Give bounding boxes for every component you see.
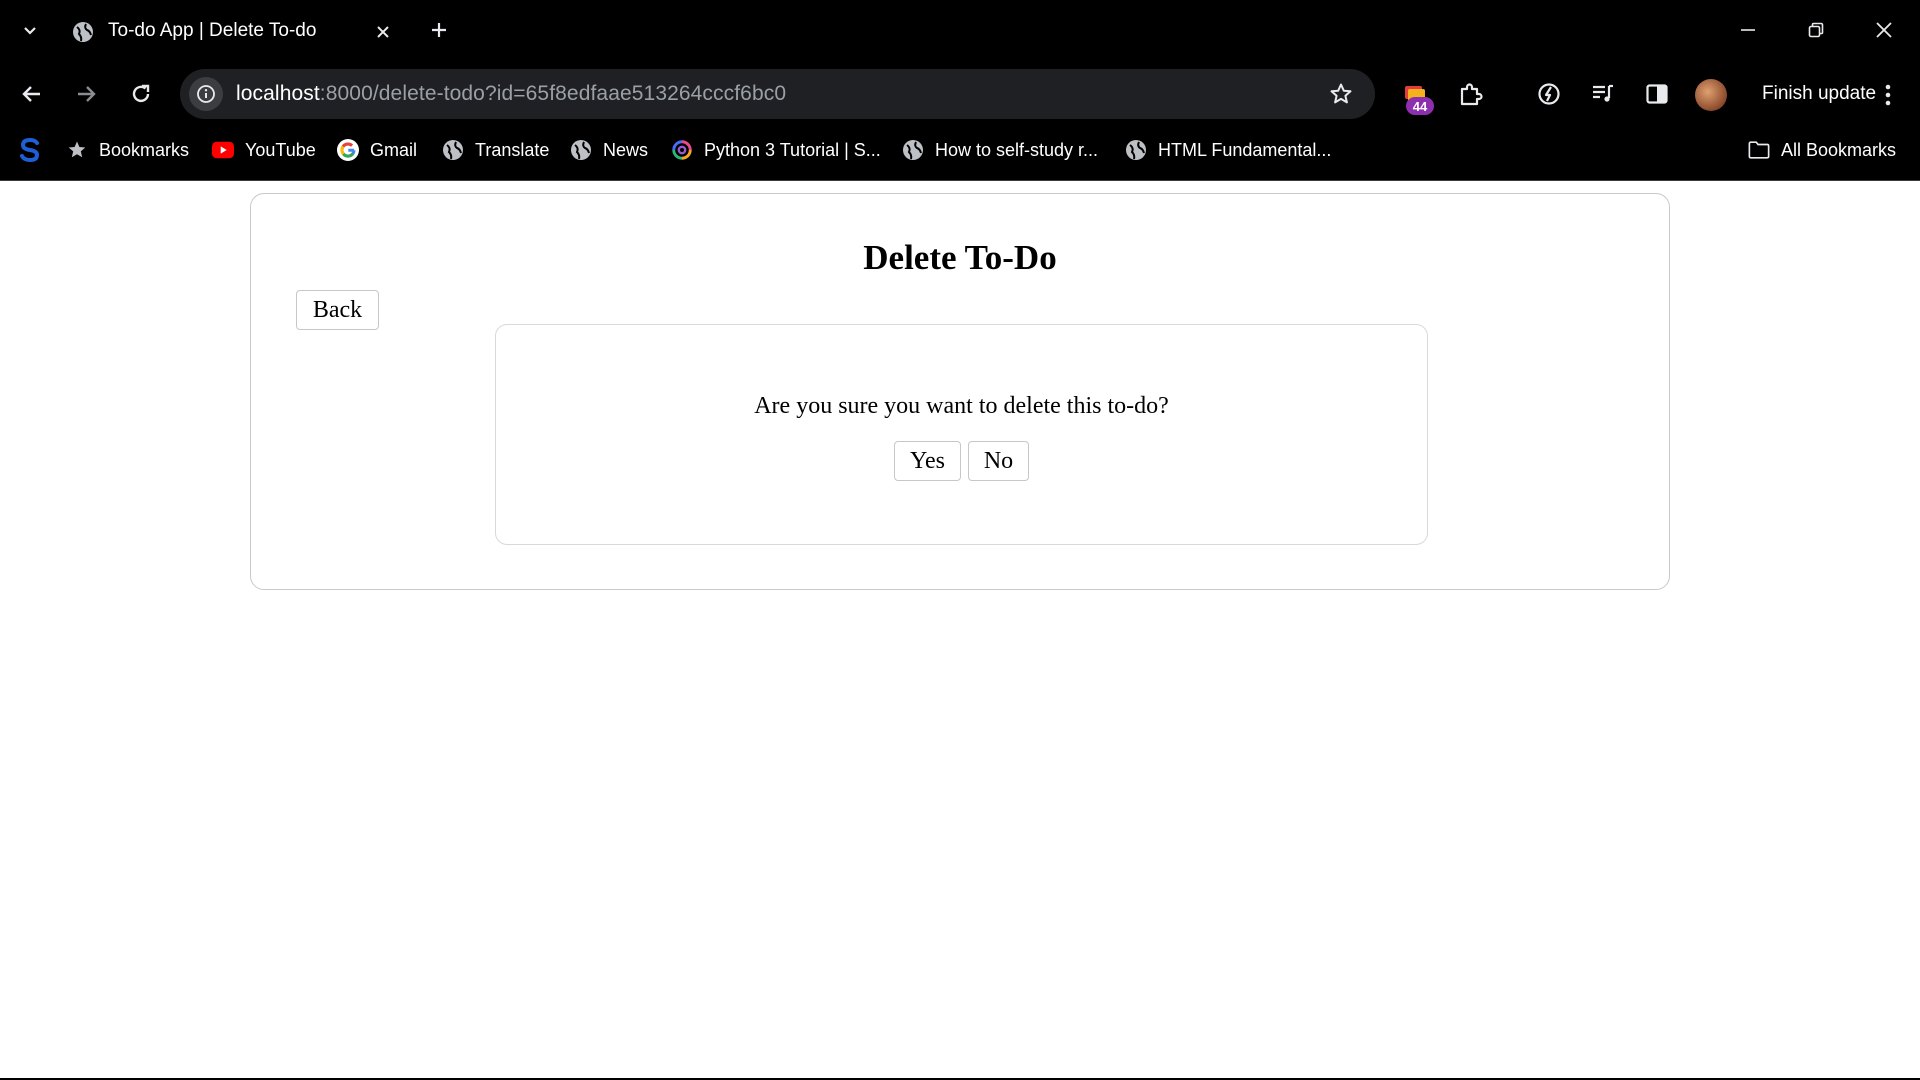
close-icon [377, 26, 389, 38]
bookmark-item[interactable]: How to self-study r... [902, 134, 1098, 166]
speed-icon [1538, 83, 1560, 105]
url-path: :8000/delete-todo?id=65f8edfaae513264ccc… [319, 82, 787, 105]
bookmark-item[interactable]: YouTube [212, 134, 316, 166]
menu-button[interactable] [1876, 79, 1900, 111]
restore-button[interactable] [1794, 12, 1838, 48]
extension-badge: 44 [1406, 97, 1434, 115]
info-icon [197, 85, 215, 103]
confirm-actions: Yes No [496, 441, 1427, 481]
reload-button[interactable] [123, 76, 159, 112]
swirl-icon [671, 139, 693, 161]
bookmark-label: News [603, 139, 649, 160]
forward-nav-button[interactable] [68, 76, 104, 112]
playlist-icon [1593, 84, 1613, 102]
bookmark-label: Translate [475, 139, 550, 160]
bookmark-item[interactable]: Translate [442, 134, 549, 166]
folder-icon [1748, 139, 1770, 161]
tab-active[interactable]: To-do App | Delete To-do [60, 8, 405, 54]
tab-close-button[interactable] [370, 19, 396, 45]
back-button[interactable]: Back [296, 290, 379, 330]
no-button[interactable]: No [968, 441, 1029, 481]
globe-icon [570, 139, 592, 161]
all-bookmarks-label: All Bookmarks [1781, 139, 1897, 160]
minimize-icon [1741, 29, 1755, 31]
browser-chrome: To-do App | Delete To-do localhost:8000/… [0, 0, 1920, 181]
bookmark-label: Gmail [370, 139, 418, 160]
star-icon [66, 139, 88, 161]
new-tab-button[interactable] [424, 15, 454, 45]
globe-icon [1125, 139, 1147, 161]
chevron-down-icon [24, 27, 36, 35]
bookmark-item[interactable]: Python 3 Tutorial | S... [671, 134, 881, 166]
confirm-dialog: Are you sure you want to delete this to-… [495, 324, 1428, 545]
globe-icon [902, 139, 924, 161]
google-icon [337, 139, 359, 161]
bookmark-label: How to self-study r... [935, 139, 1099, 160]
restore-icon [1808, 22, 1824, 38]
brand-s-icon [20, 137, 40, 163]
finish-update-button[interactable]: Finish update [1762, 83, 1876, 105]
bookmark-star-button[interactable] [1326, 79, 1356, 109]
bookmark-label: Python 3 Tutorial | S... [704, 139, 881, 160]
bookmark-item[interactable]: Bookmarks [66, 134, 189, 166]
bookmark-app-s[interactable] [18, 134, 42, 166]
globe-icon [442, 139, 464, 161]
plus-icon [432, 23, 446, 37]
side-panel-icon [1646, 84, 1668, 104]
star-outline-icon [1330, 83, 1352, 104]
puzzle-icon [1460, 83, 1483, 106]
minimize-button[interactable] [1726, 12, 1770, 48]
arrow-left-icon [22, 86, 40, 102]
bookmark-label: YouTube [245, 139, 316, 160]
more-vert-icon [1885, 84, 1891, 106]
bookmark-label: HTML Fundamental... [1158, 139, 1332, 160]
side-panel-button[interactable] [1639, 76, 1675, 112]
reload-icon [132, 84, 150, 103]
media-control-button[interactable] [1585, 76, 1621, 112]
arrow-right-icon [78, 86, 96, 102]
performance-button[interactable] [1531, 76, 1567, 112]
all-bookmarks-button[interactable]: All Bookmarks [1748, 134, 1896, 166]
close-window-button[interactable] [1862, 12, 1906, 48]
site-info-button[interactable] [189, 77, 223, 111]
tab-search-button[interactable] [14, 14, 46, 46]
close-icon [1876, 22, 1892, 38]
avatar[interactable] [1695, 79, 1727, 111]
page-content: Delete To-Do Back Are you sure you want … [0, 181, 1920, 1080]
tab-title: To-do App | Delete To-do [108, 20, 317, 41]
globe-icon [73, 22, 93, 42]
extensions-button[interactable] [1452, 76, 1488, 112]
delete-card: Delete To-Do Back Are you sure you want … [250, 193, 1670, 590]
url-text[interactable]: localhost:8000/delete-todo?id=65f8edfaae… [236, 82, 786, 106]
url-host: localhost [236, 82, 320, 105]
back-nav-button[interactable] [14, 76, 50, 112]
bookmark-item[interactable]: HTML Fundamental... [1125, 134, 1331, 166]
page-title: Delete To-Do [863, 238, 1057, 277]
address-bar[interactable]: localhost:8000/delete-todo?id=65f8edfaae… [180, 69, 1375, 119]
yes-button[interactable]: Yes [894, 441, 961, 481]
tab-bar: To-do App | Delete To-do [0, 0, 1920, 60]
bookmark-item[interactable]: News [570, 134, 648, 166]
bookmark-label: Bookmarks [99, 139, 190, 160]
bookmark-item[interactable]: Gmail [337, 134, 417, 166]
youtube-icon [212, 139, 234, 161]
confirm-message: Are you sure you want to delete this to-… [754, 393, 1169, 419]
